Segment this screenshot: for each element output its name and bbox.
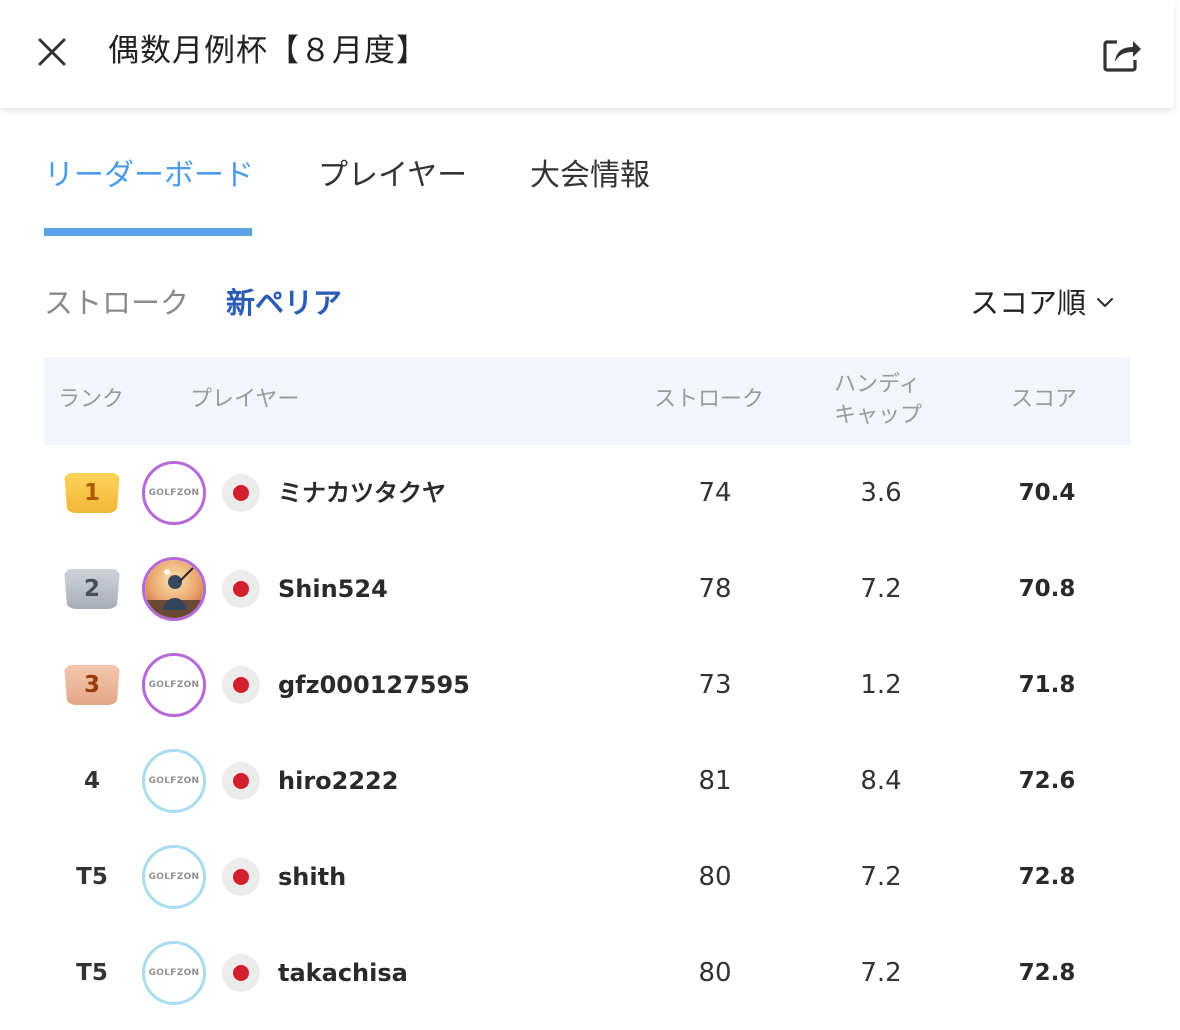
japan-flag-icon — [222, 570, 260, 608]
table-row[interactable]: T5 GOLFZON shith 80 7.2 72.8 — [44, 829, 1130, 925]
score-value: 72.8 — [1018, 864, 1076, 890]
close-button[interactable] — [30, 30, 74, 74]
japan-flag-icon — [222, 666, 260, 704]
table-row[interactable]: 3 GOLFZON gfz000127595 73 1.2 71.8 — [44, 637, 1130, 733]
header-handicap-line1: ハンディ — [834, 372, 921, 397]
share-icon — [1103, 40, 1141, 72]
player-name[interactable]: gfz000127595 — [278, 667, 470, 703]
score-value: 72.8 — [1018, 960, 1076, 986]
rank-badge-gold: 1 — [64, 473, 120, 513]
rank-number: T5 — [76, 864, 108, 890]
stroke-value: 78 — [698, 574, 732, 604]
top-bar: 偶数月例杯【８月度】 — [0, 0, 1174, 108]
close-icon — [38, 38, 66, 66]
tab-players[interactable]: プレイヤー — [318, 150, 467, 202]
stroke-value: 73 — [698, 670, 732, 700]
player-name[interactable]: takachisa — [278, 955, 408, 991]
avatar[interactable]: GOLFZON — [142, 461, 206, 525]
avatar[interactable]: GOLFZON — [142, 941, 206, 1005]
page-title: 偶数月例杯【８月度】 — [108, 33, 428, 69]
player-name[interactable]: shith — [278, 859, 346, 895]
share-button[interactable] — [1098, 30, 1146, 78]
sort-label: スコア順 — [970, 286, 1087, 320]
stroke-value: 80 — [698, 862, 732, 892]
tab-tournament-info[interactable]: 大会情報 — [530, 150, 650, 202]
golfzon-logo: GOLFZON — [148, 968, 200, 978]
handicap-value: 1.2 — [860, 670, 902, 700]
stroke-value: 74 — [698, 478, 732, 508]
score-value: 70.4 — [1018, 480, 1076, 506]
table-row[interactable]: 4 GOLFZON hiro2222 81 8.4 72.6 — [44, 733, 1130, 829]
handicap-value: 8.4 — [860, 766, 902, 796]
stroke-value: 80 — [698, 958, 732, 988]
score-value: 71.8 — [1018, 672, 1076, 698]
table-row[interactable]: 2 Shin524 78 7.2 70.8 — [44, 541, 1130, 637]
rank-badge-silver: 2 — [64, 569, 120, 609]
tab-leaderboard[interactable]: リーダーボード — [44, 150, 254, 202]
table-header: ランク プレイヤー ストローク ハンディ キャップ スコア — [44, 357, 1130, 445]
player-name[interactable]: hiro2222 — [278, 763, 398, 799]
golfzon-logo: GOLFZON — [148, 488, 200, 498]
rank-number: T5 — [76, 960, 108, 986]
header-rank: ランク — [58, 387, 125, 412]
avatar[interactable]: GOLFZON — [142, 845, 206, 909]
table-row[interactable]: 1 GOLFZON ミナカツタクヤ 74 3.6 70.4 — [44, 445, 1130, 541]
rank-badge-bronze: 3 — [64, 665, 120, 705]
golfzon-logo: GOLFZON — [148, 680, 200, 690]
score-value: 70.8 — [1018, 576, 1076, 602]
japan-flag-icon — [222, 954, 260, 992]
header-player: プレイヤー — [190, 387, 300, 412]
avatar[interactable] — [142, 557, 206, 621]
score-value: 72.6 — [1018, 768, 1076, 794]
leaderboard-screen: 偶数月例杯【８月度】 リーダーボード プレイヤー 大会情報 ストローク 新ペリア… — [0, 0, 1180, 1030]
handicap-value: 7.2 — [860, 958, 902, 988]
handicap-value: 7.2 — [860, 574, 902, 604]
header-handicap-line2: キャップ — [834, 403, 923, 428]
japan-flag-icon — [222, 858, 260, 896]
japan-flag-icon — [222, 762, 260, 800]
rank-number: 4 — [83, 768, 100, 794]
subtab-stroke[interactable]: ストローク — [44, 280, 189, 326]
header-score: スコア — [1011, 387, 1078, 412]
player-name[interactable]: Shin524 — [278, 571, 388, 607]
table-row[interactable]: T5 GOLFZON takachisa 80 7.2 72.8 — [44, 925, 1130, 1021]
chevron-down-icon — [1096, 297, 1114, 308]
header-stroke: ストローク — [654, 387, 765, 412]
golfer-photo-icon — [145, 560, 203, 618]
japan-flag-icon — [222, 474, 260, 512]
avatar[interactable]: GOLFZON — [142, 653, 206, 717]
main-tabs: リーダーボード プレイヤー 大会情報 — [44, 150, 1134, 240]
golfzon-logo: GOLFZON — [148, 776, 200, 786]
player-name[interactable]: ミナカツタクヤ — [278, 475, 446, 511]
sort-dropdown[interactable]: スコア順 — [970, 280, 1114, 326]
golfzon-logo: GOLFZON — [148, 872, 200, 882]
avatar[interactable]: GOLFZON — [142, 749, 206, 813]
stroke-value: 81 — [698, 766, 732, 796]
subtab-new-peria[interactable]: 新ペリア — [226, 280, 342, 326]
handicap-value: 7.2 — [860, 862, 902, 892]
active-tab-indicator — [44, 228, 252, 236]
handicap-value: 3.6 — [860, 478, 902, 508]
